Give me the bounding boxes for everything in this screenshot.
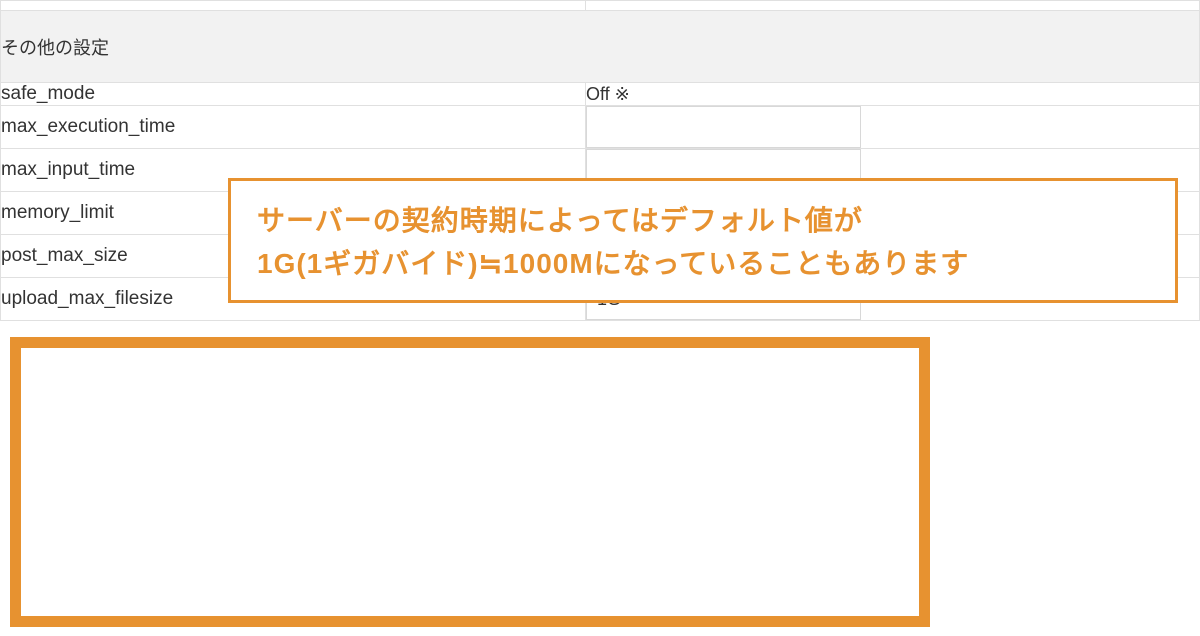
- row-max-execution-time: max_execution_time: [1, 106, 1200, 149]
- section-header-other-settings: その他の設定: [1, 11, 1200, 83]
- annotation-callout: サーバーの契約時期によってはデフォルト値が 1G(1ギガバイド)≒1000Mにな…: [228, 178, 1178, 303]
- callout-line-2: 1G(1ギガバイド)≒1000Mになっていることもあります: [257, 242, 1149, 285]
- input-max-execution-time[interactable]: [586, 106, 861, 148]
- annotation-highlight-box: [10, 337, 930, 627]
- spacer-row: [1, 1, 1200, 11]
- value-safe-mode: Off ※: [586, 83, 1200, 106]
- callout-line-1: サーバーの契約時期によってはデフォルト値が: [257, 199, 1149, 242]
- label-max-execution-time: max_execution_time: [1, 106, 586, 149]
- row-safe-mode: safe_mode Off ※: [1, 83, 1200, 106]
- label-safe-mode: safe_mode: [1, 83, 586, 106]
